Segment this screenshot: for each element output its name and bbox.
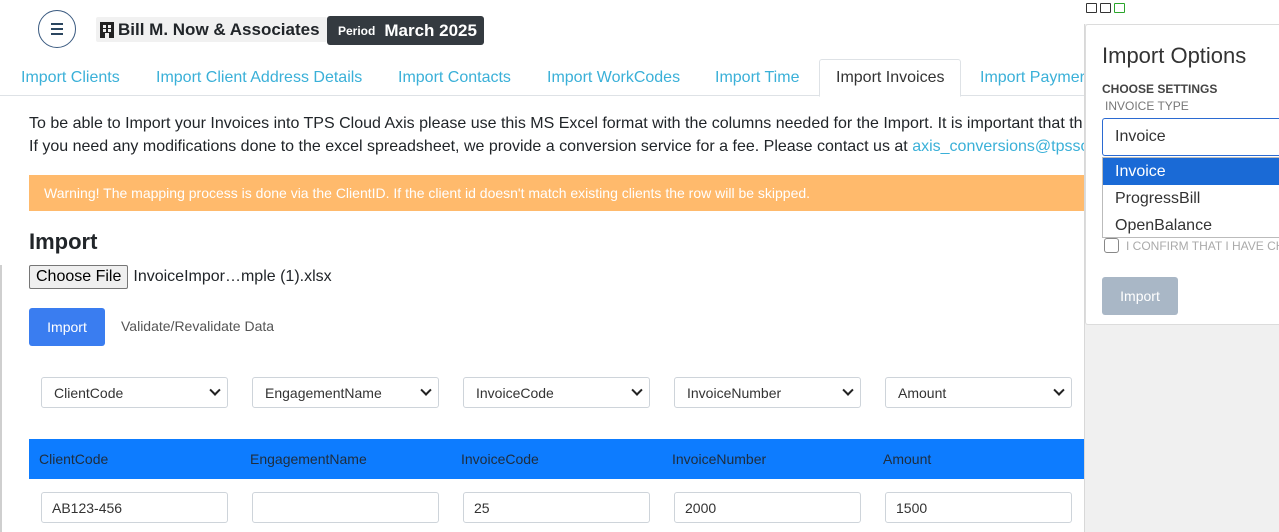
- selected-file-name: InvoiceImpor…mple (1).xlsx: [133, 268, 332, 285]
- mapping-select-value: InvoiceNumber: [687, 384, 782, 401]
- panel-title: Import Options: [1102, 43, 1247, 68]
- building-icon: [100, 21, 114, 38]
- mapping-select-clientcode[interactable]: ClientCode: [41, 377, 228, 408]
- window-icon[interactable]: [1086, 3, 1097, 13]
- column-header: EngagementName: [250, 451, 367, 467]
- hamburger-icon: [51, 23, 63, 35]
- window-icon[interactable]: [1100, 3, 1111, 13]
- cell-amount-input[interactable]: [885, 492, 1072, 523]
- table-header: ClientCode EngagementName InvoiceCode In…: [29, 439, 1089, 479]
- import-options-card: Import Options CHOOSE SETTINGS INVOICE T…: [1085, 24, 1279, 325]
- cell-clientcode-input[interactable]: [41, 492, 228, 523]
- mapping-select-value: InvoiceCode: [476, 384, 554, 401]
- dropdown-option-openbalance[interactable]: OpenBalance: [1103, 212, 1279, 239]
- tab-import-invoices[interactable]: Import Invoices: [819, 59, 962, 97]
- tab-import-workcodes[interactable]: Import WorkCodes: [547, 59, 680, 96]
- mapping-select-value: ClientCode: [54, 384, 124, 401]
- tab-import-contacts[interactable]: Import Contacts: [398, 59, 511, 96]
- mapping-select-invoicenumber[interactable]: InvoiceNumber: [674, 377, 861, 408]
- intro-line-1: To be able to Import your Invoices into …: [29, 115, 1083, 132]
- chevron-down-icon: [842, 384, 854, 396]
- company-badge: Bill M. Now & Associates: [96, 17, 327, 42]
- intro-text: To be able to Import your Invoices into …: [29, 112, 1089, 158]
- intro-line-2-text: If you need any modifications done to th…: [29, 138, 913, 155]
- period-badge[interactable]: Period March 2025: [327, 16, 484, 45]
- mapping-select-engagementname[interactable]: EngagementName: [252, 377, 439, 408]
- confirm-row: I CONFIRM THAT I HAVE CHE: [1104, 238, 1279, 253]
- column-header: InvoiceCode: [461, 451, 539, 467]
- mapping-select-value: EngagementName: [265, 384, 382, 401]
- tab-import-client-address[interactable]: Import Client Address Details: [156, 59, 362, 96]
- choose-file-button[interactable]: Choose File: [29, 265, 129, 289]
- conversions-email-link[interactable]: axis_conversions@tpsso: [912, 138, 1089, 155]
- company-name: Bill M. Now & Associates: [118, 19, 320, 39]
- chevron-down-icon: [209, 384, 221, 396]
- dropdown-option-progressbill[interactable]: ProgressBill: [1103, 185, 1279, 212]
- column-header: ClientCode: [39, 451, 109, 467]
- intro-line-2: If you need any modifications done to th…: [29, 135, 1089, 158]
- dropdown-option-invoice[interactable]: Invoice: [1103, 158, 1279, 185]
- cell-invoicecode-input[interactable]: [463, 492, 650, 523]
- confirm-label: I CONFIRM THAT I HAVE CHE: [1126, 238, 1279, 253]
- period-value: March 2025: [384, 20, 477, 40]
- period-label: Period: [338, 23, 376, 38]
- mapping-select-value: Amount: [898, 384, 947, 401]
- mapping-select-amount[interactable]: Amount: [885, 377, 1072, 408]
- panel-subtitle: CHOOSE SETTINGS: [1102, 82, 1218, 96]
- confirm-checkbox[interactable]: [1104, 238, 1119, 253]
- chevron-down-icon: [420, 384, 432, 396]
- file-picker: Choose File InvoiceImpor…mple (1).xlsx: [29, 265, 332, 289]
- tab-import-time[interactable]: Import Time: [715, 59, 799, 96]
- menu-button[interactable]: [38, 10, 76, 48]
- import-button[interactable]: Import: [29, 308, 105, 346]
- window-controls: [1086, 3, 1125, 13]
- panel-import-button[interactable]: Import: [1102, 277, 1178, 315]
- cell-invoicenumber-input[interactable]: [674, 492, 861, 523]
- invoice-type-label: INVOICE TYPE: [1105, 99, 1189, 113]
- mapping-select-invoicecode[interactable]: InvoiceCode: [463, 377, 650, 408]
- left-divider: [0, 265, 2, 532]
- window-icon[interactable]: [1114, 3, 1125, 13]
- tab-import-clients[interactable]: Import Clients: [21, 59, 120, 96]
- import-options-panel: Import Options CHOOSE SETTINGS INVOICE T…: [1084, 24, 1279, 532]
- invoice-type-dropdown: Invoice ProgressBill OpenBalance: [1102, 157, 1279, 238]
- cell-engagementname-input[interactable]: [252, 492, 439, 523]
- invoice-type-select[interactable]: Invoice: [1102, 118, 1279, 156]
- tab-import-payments[interactable]: Import Paymer: [980, 59, 1085, 96]
- column-header: InvoiceNumber: [672, 451, 767, 467]
- validate-data-link[interactable]: Validate/Revalidate Data: [121, 318, 274, 334]
- chevron-down-icon: [1053, 384, 1065, 396]
- chevron-down-icon: [631, 384, 643, 396]
- column-header: Amount: [883, 451, 932, 467]
- warning-banner: Warning! The mapping process is done via…: [29, 175, 1089, 211]
- import-section-title: Import: [29, 229, 98, 254]
